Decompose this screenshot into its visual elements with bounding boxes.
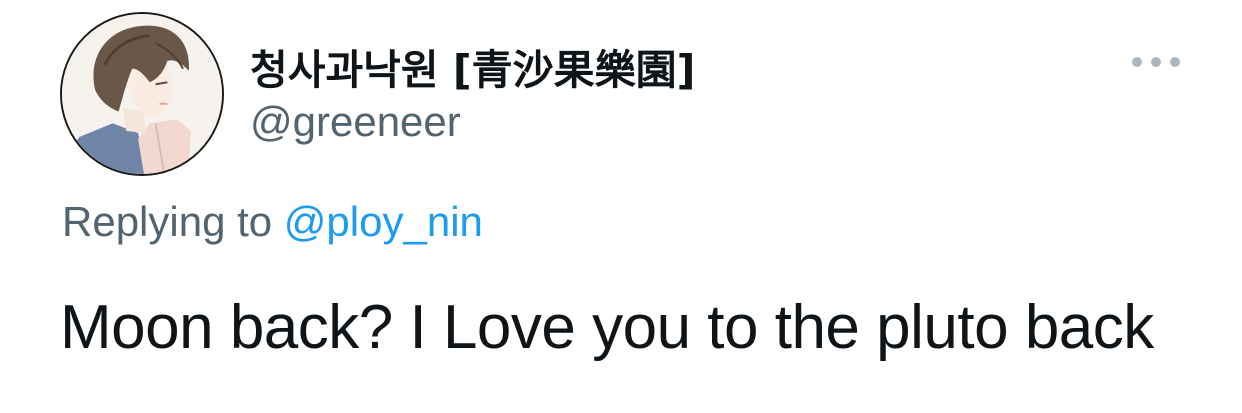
more-options-button[interactable] xyxy=(1124,44,1188,80)
tweet[interactable]: 청사과낙원 [青沙果樂園] @greeneer Replying to @plo… xyxy=(0,0,1242,413)
avatar-illustration-icon xyxy=(62,14,222,174)
tweet-text: Moon back? I Love you to the pluto back xyxy=(60,293,1154,362)
reply-mention-link[interactable]: @ploy_nin xyxy=(284,198,483,245)
more-horizontal-icon xyxy=(1170,57,1180,67)
display-name[interactable]: 청사과낙원 [青沙果樂園] xyxy=(250,36,695,96)
more-horizontal-icon xyxy=(1132,57,1142,67)
user-handle[interactable]: @greeneer xyxy=(250,98,461,146)
more-horizontal-icon xyxy=(1151,57,1161,67)
avatar[interactable] xyxy=(60,12,224,176)
reply-context: Replying to @ploy_nin xyxy=(62,198,483,246)
reply-context-prefix: Replying to xyxy=(62,198,273,245)
